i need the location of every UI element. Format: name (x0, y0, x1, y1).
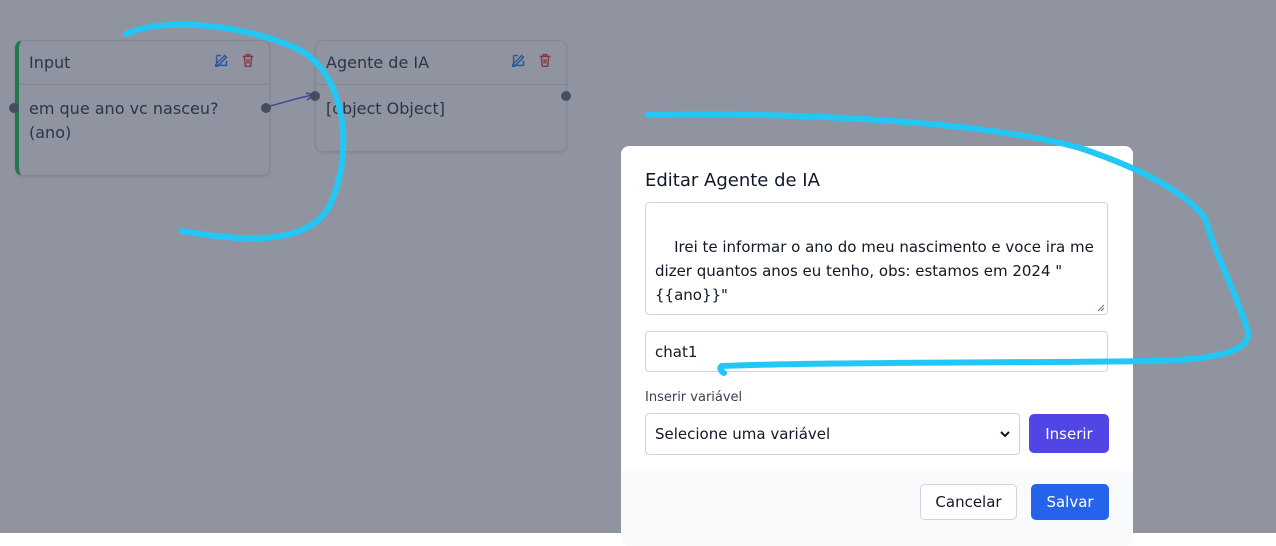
save-button[interactable]: Salvar (1031, 484, 1109, 520)
insert-variable-button[interactable]: Inserir (1029, 414, 1109, 453)
resize-grip-icon[interactable] (1097, 304, 1105, 312)
prompt-textarea[interactable]: Irei te informar o ano do meu nascimento… (645, 202, 1108, 315)
modal-footer: Cancelar Salvar (621, 471, 1133, 546)
prompt-text: Irei te informar o ano do meu nascimento… (655, 238, 1099, 304)
agent-name-input[interactable]: chat1 (645, 331, 1108, 372)
variable-select[interactable]: Selecione uma variável (645, 413, 1020, 455)
variable-label: Inserir variável (645, 390, 743, 405)
chevron-down-icon (1000, 431, 1010, 438)
agent-name-value: chat1 (655, 342, 698, 361)
modal-title: Editar Agente de IA (645, 170, 820, 191)
edit-agent-modal: Editar Agente de IA Irei te informar o a… (621, 146, 1133, 546)
cancel-button[interactable]: Cancelar (920, 484, 1017, 520)
variable-select-value: Selecione uma variável (655, 425, 831, 443)
